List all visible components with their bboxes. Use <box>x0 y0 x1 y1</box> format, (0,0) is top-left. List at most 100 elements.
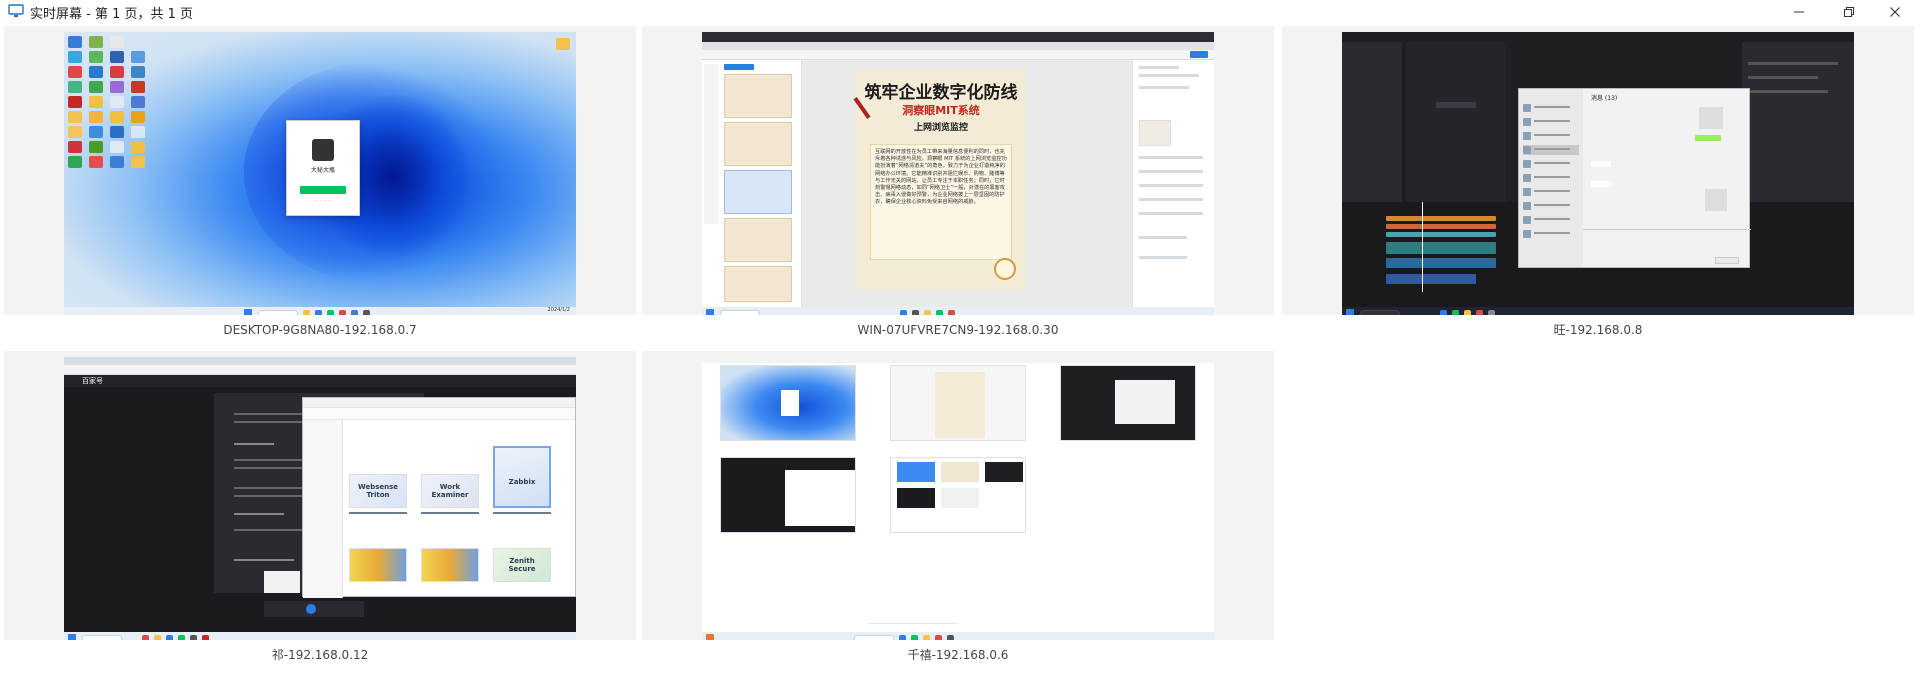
chat-contact[interactable] <box>1523 215 1579 225</box>
chat-contact[interactable] <box>1523 229 1579 239</box>
file-thumbnail[interactable] <box>349 548 407 582</box>
screen-tile-1[interactable]: 大秘大瓶 · · · · · · · 2024/1/2 DESKTOP-9G8N… <box>4 26 636 345</box>
dialog-links[interactable]: · · · · · · · <box>287 198 359 203</box>
chat-contact[interactable] <box>1523 187 1579 197</box>
property-row <box>1139 66 1179 69</box>
desktop-icon[interactable] <box>89 51 103 63</box>
screen-preview[interactable]: 百家号 Websense Triton Work Examiner Zabbix <box>64 357 576 644</box>
color-swatch[interactable] <box>1139 120 1171 146</box>
chat-contact[interactable] <box>1523 103 1579 113</box>
screen-tile-4[interactable]: 百家号 Websense Triton Work Examiner Zabbix <box>4 351 636 670</box>
desktop-icon[interactable] <box>68 96 82 108</box>
login-dialog: 大秘大瓶 · · · · · · · <box>286 120 360 216</box>
screen-tile-5[interactable]: 千禧-192.168.0.6 <box>642 351 1274 670</box>
file-thumbnail[interactable]: Websense Triton <box>349 474 407 508</box>
file-thumbnail-selected[interactable]: Zabbix <box>493 446 551 508</box>
desktop-icon[interactable] <box>131 111 145 123</box>
timeline-clip[interactable] <box>1386 258 1496 268</box>
close-button[interactable] <box>1872 0 1918 24</box>
timeline-clip[interactable] <box>1386 216 1496 221</box>
desktop-icon[interactable] <box>110 66 124 78</box>
desktop-icon[interactable] <box>131 141 145 153</box>
nested-screen-thumbnail[interactable] <box>720 457 856 533</box>
desktop-icon[interactable] <box>89 156 103 168</box>
desktop-icon[interactable] <box>68 141 82 153</box>
chat-contact[interactable] <box>1523 159 1579 169</box>
desktop-icon[interactable] <box>110 96 124 108</box>
desktop-icon[interactable] <box>89 141 103 153</box>
browser-address-bar[interactable] <box>702 50 1214 60</box>
desktop-icon[interactable] <box>131 96 145 108</box>
desktop-icon[interactable] <box>131 81 145 93</box>
desktop-icon[interactable] <box>131 66 145 78</box>
asset-item[interactable] <box>1436 102 1476 108</box>
timeline-clip[interactable] <box>1386 232 1496 237</box>
share-button[interactable] <box>1190 51 1208 58</box>
nested-screen-thumbnail[interactable] <box>890 365 1026 441</box>
inline-image[interactable] <box>264 571 300 593</box>
desktop-icon[interactable] <box>68 81 82 93</box>
desktop-icon[interactable] <box>89 126 103 138</box>
send-button[interactable] <box>1715 257 1739 264</box>
nested-screen-thumbnail[interactable] <box>1060 365 1196 441</box>
desktop-icon[interactable] <box>131 51 145 63</box>
nested-titlebar <box>702 357 1214 363</box>
desktop-icon[interactable] <box>68 51 82 63</box>
page-thumbnail[interactable] <box>724 122 792 166</box>
file-thumbnail[interactable]: Zenith Secure <box>493 548 551 582</box>
desktop-icon[interactable] <box>110 141 124 153</box>
timeline-clip[interactable] <box>1386 224 1496 229</box>
chat-contact[interactable] <box>1523 201 1579 211</box>
desktop-icon[interactable] <box>89 66 103 78</box>
desktop-icon[interactable] <box>110 126 124 138</box>
file-thumbnail[interactable]: Work Examiner <box>421 474 479 508</box>
nested-screen-thumbnail[interactable] <box>890 457 1026 533</box>
nested-screen-thumbnail[interactable] <box>720 365 856 441</box>
desktop-icon[interactable] <box>89 36 103 48</box>
desktop-icon[interactable] <box>89 81 103 93</box>
desktop-icon[interactable] <box>68 66 82 78</box>
folder-icon[interactable] <box>556 38 570 50</box>
chat-contact[interactable] <box>1523 145 1579 155</box>
pager[interactable] <box>868 623 958 629</box>
publish-icon[interactable] <box>306 604 316 614</box>
desktop-icon[interactable] <box>110 81 124 93</box>
file-thumbnail[interactable] <box>421 548 479 582</box>
screen-preview[interactable]: 大秘大瓶 · · · · · · · 2024/1/2 <box>64 32 576 319</box>
minimize-button[interactable] <box>1776 0 1822 24</box>
timeline-clip[interactable] <box>1386 274 1476 284</box>
browser-address-bar[interactable] <box>64 365 576 375</box>
chat-contact[interactable] <box>1523 173 1579 183</box>
page-thumbnail[interactable] <box>724 266 792 302</box>
playhead[interactable] <box>1422 202 1423 292</box>
desktop-icon[interactable] <box>110 111 124 123</box>
desktop-icon[interactable] <box>68 111 82 123</box>
chat-contact[interactable] <box>1523 131 1579 141</box>
page-thumbnail[interactable] <box>724 218 792 262</box>
property-row <box>1139 156 1203 159</box>
desktop-icon[interactable] <box>131 36 145 48</box>
desktop-icon[interactable] <box>110 51 124 63</box>
screen-tile-2[interactable]: 筑牢企业数字化防线 洞察眼MIT系统 上网浏览监控 互联网的开放性在为员工带来海… <box>642 26 1274 345</box>
desktop-icon[interactable] <box>110 156 124 168</box>
screen-preview[interactable] <box>702 357 1214 644</box>
panel-tab[interactable] <box>724 64 754 70</box>
enter-button[interactable] <box>300 186 346 194</box>
restore-button[interactable] <box>1826 0 1872 24</box>
chat-window: 消息 (13) <box>1518 88 1751 268</box>
desktop-icon[interactable] <box>68 126 82 138</box>
desktop-icon[interactable] <box>68 36 82 48</box>
timeline-clip[interactable] <box>1386 242 1496 254</box>
screen-preview[interactable]: 消息 (13) <box>1342 32 1854 319</box>
desktop-icon[interactable] <box>89 96 103 108</box>
page-thumbnail[interactable] <box>724 74 792 118</box>
screen-tile-3[interactable]: 消息 (13) 旺-192.168.0.8 <box>1282 26 1914 345</box>
desktop-icon[interactable] <box>89 111 103 123</box>
screen-preview[interactable]: 筑牢企业数字化防线 洞察眼MIT系统 上网浏览监控 互联网的开放性在为员工带来海… <box>702 32 1214 319</box>
desktop-icon[interactable] <box>131 126 145 138</box>
chat-contact[interactable] <box>1523 117 1579 127</box>
desktop-icon[interactable] <box>131 156 145 168</box>
page-thumbnail[interactable] <box>724 170 792 214</box>
desktop-icon[interactable] <box>68 156 82 168</box>
desktop-icon[interactable] <box>110 36 124 48</box>
